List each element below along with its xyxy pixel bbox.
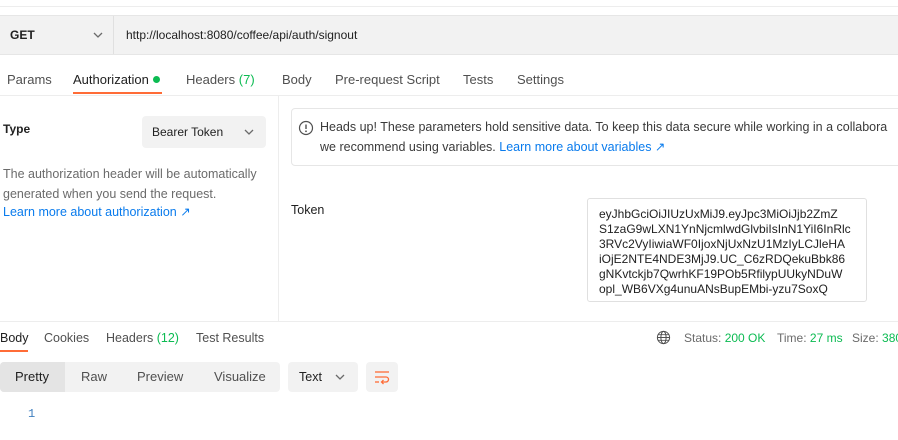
response-tab-body[interactable]: Body [0, 331, 29, 345]
line-number: 1 [28, 407, 36, 421]
token-line: gNKvtckjb7QwrhKF19POb5RfilypUUkyNDuW [599, 267, 843, 281]
info-icon [298, 120, 314, 136]
response-tab-headers-label: Headers [106, 331, 154, 345]
response-size[interactable]: Size: 380 [852, 331, 898, 345]
status-label: Status: [684, 331, 722, 345]
learn-more-variables-link[interactable]: Learn more about variables ↗ [499, 140, 665, 154]
chevron-down-icon [335, 374, 345, 380]
method-select[interactable]: GET [0, 16, 114, 54]
token-line: S1zaG9wLXN1YnNjcmlwdGlvbiIsInN1YiI6InRlc [599, 222, 851, 236]
view-preview-button[interactable]: Preview [137, 369, 183, 384]
heads-up-text: Heads up! These parameters hold sensitiv… [320, 120, 888, 134]
response-tab-cookies[interactable]: Cookies [44, 331, 89, 345]
tab-headers-count: (7) [238, 72, 255, 87]
tab-tests[interactable]: Tests [463, 72, 493, 87]
tab-params[interactable]: Params [7, 72, 52, 87]
top-divider [0, 6, 898, 7]
size-value: 380 [882, 331, 898, 345]
status-value: 200 OK [724, 331, 766, 345]
token-label: Token [291, 203, 325, 217]
heads-up-notice: Heads up! These parameters hold sensitiv… [291, 108, 898, 166]
auth-type-select[interactable]: Bearer Token [142, 116, 266, 148]
tab-authorization[interactable]: Authorization [73, 72, 160, 87]
tab-headers-label: Headers [186, 72, 236, 87]
tab-pre-request-script[interactable]: Pre-request Script [335, 72, 440, 87]
chevron-down-icon [244, 129, 254, 135]
tab-headers[interactable]: Headers (7) [186, 72, 255, 87]
response-tab-headers[interactable]: Headers (12) [106, 331, 179, 345]
token-line: opl_WB6VXg4unuANsBupEMbi-yzu7SoxQ [599, 282, 828, 296]
chevron-down-icon [93, 32, 103, 38]
response-time[interactable]: Time: 27 ms [777, 331, 843, 345]
active-dot-icon [152, 76, 160, 83]
token-line: eyJhbGciOiJIUzUxMiJ9.eyJpc3MiOiJjb2ZmZ [599, 207, 838, 221]
token-input[interactable]: eyJhbGciOiJIUzUxMiJ9.eyJpc3MiOiJjb2ZmZ S… [587, 198, 867, 302]
token-line: 3RVc2VyIiwiaWF0IjoxNjUxNzU1MzIyLCJleHA [599, 237, 846, 251]
view-mode-group: Pretty Raw Preview Visualize [0, 362, 280, 392]
token-line: iOjE2NTE4NDE3MjJ9.UC_C6zRDQekuBbk86 [599, 252, 846, 266]
time-value: 27 ms [809, 331, 843, 345]
tab-settings[interactable]: Settings [517, 72, 564, 87]
response-divider [0, 321, 898, 322]
wrap-lines-icon [375, 371, 390, 385]
request-bar: GET http://localhost:8080/coffee/api/aut… [0, 15, 898, 55]
auth-type-value: Bearer Token [152, 125, 224, 139]
response-active-tab-indicator [0, 350, 28, 352]
tab-authorization-label: Authorization [73, 72, 149, 87]
active-tab-indicator [73, 92, 162, 94]
heads-up-text-2: we recommend using variables. Learn more… [320, 139, 665, 154]
globe-icon[interactable] [656, 330, 671, 345]
response-status[interactable]: Status: 200 OK [684, 331, 765, 345]
format-select[interactable]: Text [288, 362, 358, 392]
view-visualize-button[interactable]: Visualize [214, 369, 266, 384]
view-raw-button[interactable]: Raw [81, 369, 107, 384]
response-tab-headers-count: (12) [156, 331, 179, 345]
url-input[interactable]: http://localhost:8080/coffee/api/auth/si… [126, 28, 357, 42]
panel-divider [278, 96, 279, 322]
tabs-divider [0, 95, 898, 96]
auth-description: The authorization header will be automat… [3, 167, 257, 201]
method-label: GET [10, 28, 35, 42]
heads-up-prefix: we recommend using variables. [320, 140, 496, 154]
tab-body[interactable]: Body [282, 72, 312, 87]
size-label: Size: [852, 331, 879, 345]
view-pretty-button[interactable]: Pretty [15, 369, 49, 384]
response-tab-test-results[interactable]: Test Results [196, 331, 264, 345]
format-value: Text [299, 370, 322, 384]
wrap-lines-button[interactable] [366, 362, 398, 392]
time-label: Time: [777, 331, 807, 345]
learn-more-authorization-link[interactable]: Learn more about authorization ↗ [3, 204, 191, 219]
auth-type-label: Type [3, 122, 31, 136]
